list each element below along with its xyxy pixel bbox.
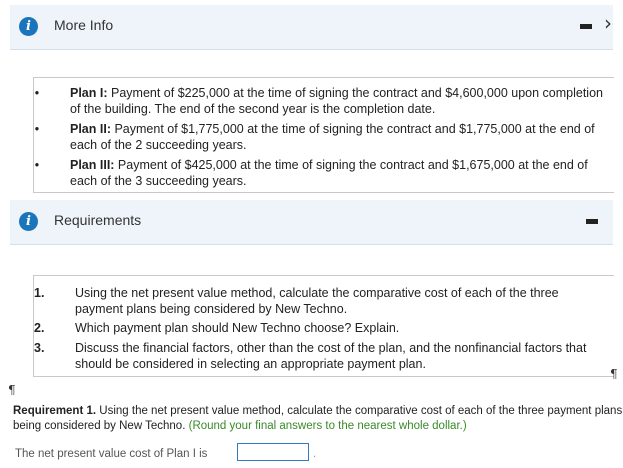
plan-text: Payment of $1,775,000 at the time of sig… <box>70 122 595 152</box>
npv-trailing-period: . <box>313 448 317 460</box>
npv-plan1-label: The net present value cost of Plan I is <box>15 448 208 460</box>
pilcrow-mark: ¶ <box>610 367 618 381</box>
more-info-header: i More Info › <box>10 5 613 50</box>
requirements-header: i Requirements <box>10 200 613 245</box>
plan-label: Plan III: <box>70 158 115 172</box>
plan-text: Payment of $225,000 at the time of signi… <box>70 86 603 116</box>
bullet: • <box>34 122 40 136</box>
bullet: • <box>34 158 40 172</box>
requirement-text: Which payment plan should New Techno cho… <box>75 321 400 335</box>
question-text: Requirement 1. Using the net present val… <box>13 404 623 434</box>
requirement-text: Discuss the financial factors, other tha… <box>75 341 587 371</box>
requirement-text: Using the net present value method, calc… <box>75 286 559 316</box>
pilcrow-mark: ¶ <box>8 383 16 397</box>
minimize-icon[interactable] <box>580 24 592 29</box>
plan-label: Plan I: <box>70 86 108 100</box>
more-info-title: More Info <box>54 17 114 33</box>
requirement-number: 2. <box>34 321 45 335</box>
npv-plan1-input[interactable] <box>237 443 309 461</box>
info-icon: i <box>19 212 38 231</box>
requirements-box: 1. Using the net present value method, c… <box>33 275 614 377</box>
chevron-right-icon[interactable]: › <box>604 11 612 35</box>
minimize-icon[interactable] <box>586 219 598 224</box>
plan-label: Plan II: <box>70 122 111 136</box>
requirement-number: 1. <box>34 286 45 300</box>
info-icon: i <box>19 17 38 36</box>
requirement-number: 3. <box>34 341 45 355</box>
question-heading: Requirement 1. <box>13 405 97 417</box>
plan-text: Payment of $425,000 at the time of signi… <box>70 158 588 188</box>
requirements-title: Requirements <box>54 212 142 228</box>
question-hint: (Round your final answers to the nearest… <box>188 420 467 432</box>
plans-box: • Plan I: Payment of $225,000 at the tim… <box>33 77 614 193</box>
bullet: • <box>34 86 40 100</box>
